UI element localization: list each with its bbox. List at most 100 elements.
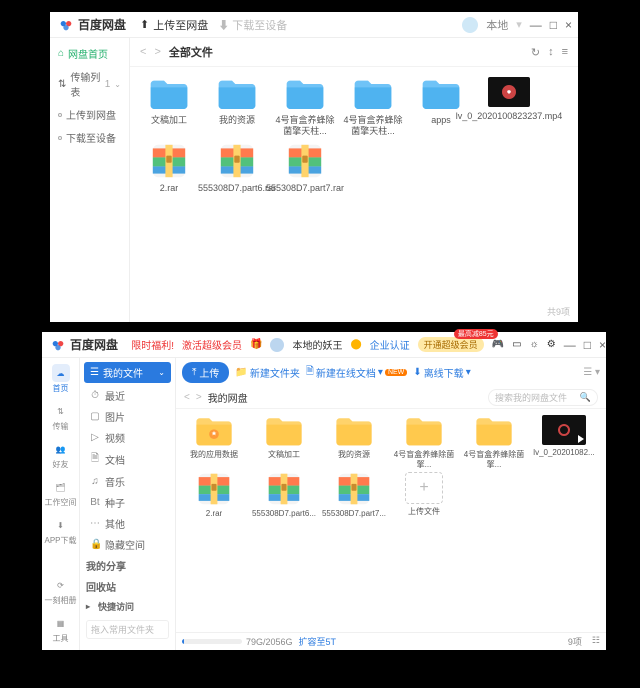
file-item[interactable]: lv_0_2020100823237.mp4 (476, 77, 542, 137)
file-item[interactable]: 2.rar (180, 472, 248, 519)
user-label[interactable]: 本地 (486, 17, 508, 33)
sidebar: ⌂ 网盘首页 ⇅ 传输列表 1 ⌄ 上传到网盘 下载至设备 (50, 38, 130, 322)
sort-icon[interactable]: ↕ (548, 46, 554, 59)
promo-link[interactable]: 限时福利! (131, 337, 174, 352)
view-toggle[interactable]: ☰ ▾ (583, 367, 600, 378)
file-item[interactable]: 555308D7.part7... (320, 472, 388, 519)
expand-link[interactable]: 扩容至5T (299, 635, 337, 648)
sidebar-myfiles[interactable]: ☰ 我的文件 ⌄ (84, 362, 171, 383)
side-最近[interactable]: ⏱最近 (80, 385, 175, 406)
file-label: 我的资源 (219, 115, 255, 126)
file-item[interactable]: 4号盲盒养蜂除菌擎天柱... (272, 77, 338, 137)
maximize-button[interactable]: □ (550, 18, 557, 32)
side-icon: ▷ (90, 432, 100, 443)
file-label: 555308D7.part6.rar (198, 183, 276, 194)
sidebar-transfer[interactable]: ⇅ 传输列表 1 ⌄ (50, 65, 129, 103)
sidebar-home[interactable]: ⌂ 网盘首页 (50, 42, 129, 65)
file-item[interactable]: lv_0_20201082... (530, 415, 598, 468)
file-item[interactable]: 我的应用数据 (180, 415, 248, 468)
rail-cloud[interactable]: ☁首页 (52, 364, 70, 394)
side-文档[interactable]: 🗎文档 (80, 448, 175, 471)
close-button[interactable]: × (599, 338, 606, 352)
avatar[interactable] (462, 17, 478, 33)
open-vip-button[interactable]: 开通超级会员 最高减85元 (418, 337, 484, 352)
file-item[interactable]: 2.rar (136, 143, 202, 194)
side-图片[interactable]: ▢图片 (80, 406, 175, 427)
side-音乐[interactable]: ♫音乐 (80, 471, 175, 492)
breadcrumb[interactable]: 我的网盘 (208, 390, 248, 405)
file-label: 我的资源 (338, 450, 370, 460)
close-button[interactable]: × (565, 18, 572, 32)
transfer-icon: ⇅ (58, 79, 66, 90)
activate-link[interactable]: 激活超级会员 (182, 337, 242, 352)
rail-refresh[interactable]: ⟳一刻相册 (45, 576, 77, 606)
rail-tools[interactable]: ▦工具 (52, 614, 70, 644)
search-input[interactable]: 搜索我的网盘文件🔍 (488, 389, 598, 406)
minimize-button[interactable]: — (564, 338, 576, 352)
logo-text: 百度网盘 (78, 16, 126, 33)
home-icon: ⌂ (58, 48, 64, 59)
upload-placeholder[interactable]: + (405, 472, 443, 504)
sidebar: ☰ 我的文件 ⌄ ⏱最近▢图片▷视频🗎文档♫音乐Bt种子⋯其他🔒隐藏空间 我的分… (80, 358, 176, 650)
rail-transfer[interactable]: ⇅传输 (52, 402, 70, 432)
side-icon: ♫ (90, 476, 100, 487)
side-其他[interactable]: ⋯其他 (80, 513, 175, 534)
file-item[interactable]: 4号盲盒养蜂除菌擎... (390, 415, 458, 468)
friends-icon: 👥 (52, 440, 70, 458)
skin-icon[interactable]: ☼ (530, 339, 539, 350)
file-item[interactable]: 文稿加工 (136, 77, 202, 137)
download-link[interactable]: ⬇ 下载至设备 (218, 17, 287, 33)
side-隐藏空间[interactable]: 🔒隐藏空间 (80, 534, 175, 555)
file-item[interactable]: 我的资源 (204, 77, 270, 137)
sidebar-upload[interactable]: 上传到网盘 (50, 103, 129, 126)
file-label: 4号盲盒养蜂除菌擎天柱... (272, 115, 338, 137)
rail-app[interactable]: ⬇APP下载 (44, 516, 76, 546)
new-folder-button[interactable]: 📁 新建文件夹 (235, 365, 299, 380)
quick-search[interactable]: 拖入常用文件夹 (86, 620, 169, 639)
rail-friends[interactable]: 👥好友 (52, 440, 70, 470)
file-item[interactable]: 4号盲盒养蜂除菌擎... (460, 415, 528, 468)
file-item[interactable]: 555308D7.part6... (250, 472, 318, 519)
file-item[interactable]: +上传文件 (390, 472, 458, 519)
file-label: 2.rar (206, 509, 222, 519)
nav-forward[interactable]: > (154, 46, 160, 58)
upload-link[interactable]: ⬆ 上传至网盘 (140, 17, 208, 33)
sidebar-myshare[interactable]: 我的分享 (80, 555, 175, 576)
nav-forward[interactable]: > (196, 392, 202, 403)
view-icon[interactable]: ≡ (562, 46, 568, 59)
sidebar-download[interactable]: 下载至设备 (50, 126, 129, 149)
toolbar: ⤒ 上传 📁 新建文件夹 🗎 新建在线文档 ▾ NEW ⬇ 离线下载 ▾ ☰ ▾ (176, 358, 606, 387)
side-种子[interactable]: Bt种子 (80, 492, 175, 513)
offline-button[interactable]: ⬇ 离线下载 ▾ (413, 365, 470, 380)
game-icon[interactable]: 🎮 (492, 339, 504, 350)
sidebar-quick[interactable]: ▸快捷访问 (80, 597, 175, 616)
side-视频[interactable]: ▷视频 (80, 427, 175, 448)
nav-back[interactable]: < (184, 392, 190, 403)
file-item[interactable]: 我的资源 (320, 415, 388, 468)
file-item[interactable]: apps (408, 77, 474, 137)
avatar[interactable] (270, 338, 284, 352)
logo-icon (50, 337, 66, 353)
user-name[interactable]: 本地的妖王 (292, 337, 342, 352)
quota-bar (182, 639, 242, 644)
file-grid: 文稿加工我的资源4号盲盒养蜂除菌擎天柱...4号盲盒养蜂除菌擎天柱...apps… (130, 67, 578, 203)
sidebar-recycle[interactable]: 回收站 (80, 576, 175, 597)
file-item[interactable]: 4号盲盒养蜂除菌擎天柱... (340, 77, 406, 137)
new-doc-button[interactable]: 🗎 新建在线文档 ▾ NEW (306, 364, 407, 381)
minimize-button[interactable]: — (530, 18, 542, 32)
settings-icon[interactable]: ⚙ (547, 339, 556, 350)
nav-back[interactable]: < (140, 46, 146, 58)
tools-icon: ▦ (52, 614, 70, 632)
file-label: 4号盲盒养蜂除菌擎... (460, 450, 528, 468)
maximize-button[interactable]: □ (584, 338, 591, 352)
rail-workspace[interactable]: 🗂工作空间 (45, 478, 77, 508)
refresh-icon[interactable]: ↻ (531, 46, 540, 59)
file-item[interactable]: 555308D7.part7.rar (272, 143, 338, 194)
file-item[interactable]: 文稿加工 (250, 415, 318, 468)
upload-button[interactable]: ⤒ 上传 (182, 362, 229, 383)
file-item[interactable]: 555308D7.part6.rar (204, 143, 270, 194)
bell-icon[interactable]: ▭ (512, 339, 521, 350)
enterprise-link[interactable]: 企业认证 (370, 337, 410, 352)
title-bar: 百度网盘 ⬆ 上传至网盘 ⬇ 下载至设备 本地 ▾ — □ × (50, 12, 578, 38)
list-view-icon[interactable]: ☷ (592, 635, 600, 648)
